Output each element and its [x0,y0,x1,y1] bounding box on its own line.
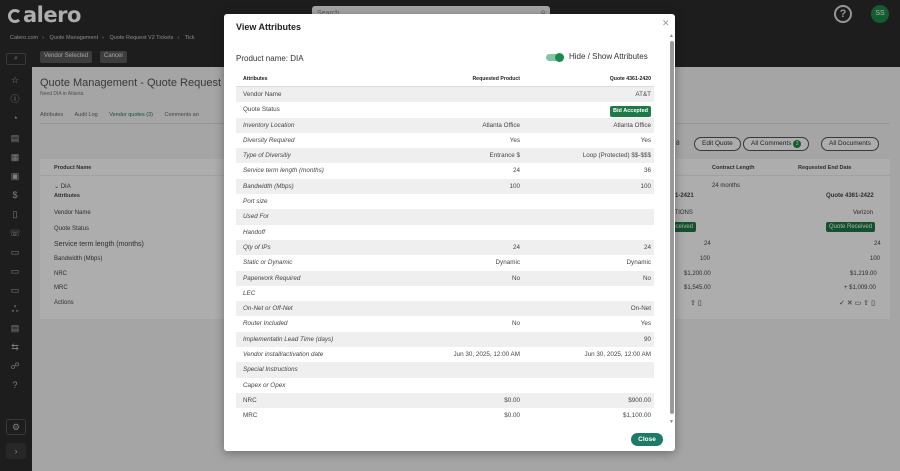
table-row: Bandwidth (Mbps) 100 100 [236,178,654,195]
header-attributes: Attributes [243,76,268,82]
quote-value: AT&T [635,91,651,98]
attribute-label: Qty of IPs [243,243,271,251]
attribute-label: Implementatin Lead Time (days) [243,335,334,343]
hide-show-attributes-toggle[interactable] [546,53,564,62]
header-requested-product: Requested Product [472,76,520,82]
quote-value: 36 [643,167,651,175]
attribute-label: MRC [243,412,258,420]
quote-value: Yes [640,320,651,328]
requested-value: 24 [512,243,520,251]
table-row: Diversity Required Yes Yes [236,133,654,148]
attribute-label: On-Net or Off-Net [243,305,293,313]
modal-title: View Attributes [236,22,302,32]
toggle-knob [555,53,564,62]
table-row: Vendor install/activation date Jun 30, 20… [236,347,654,362]
quote-value: 100 [640,182,651,190]
quote-value: Atlanta Office [613,121,651,129]
table-row: Qty of IPs 24 24 [236,239,654,256]
attribute-label: LEC [243,289,256,297]
requested-value: Atlanta Office [482,121,520,129]
view-attributes-modal: View Attributes ✕ Product name: DIA Hide… [224,14,675,451]
table-row: Special Instructions [236,362,654,378]
attribute-label: Handoff [243,228,266,236]
close-icon[interactable]: ✕ [662,18,670,29]
requested-value: $0.00 [504,396,520,404]
attribute-label: Inventory Location [243,121,295,129]
attribute-label: Capex or Opex [243,381,286,389]
quote-value: Yes [640,136,651,144]
table-row: Handoff [236,225,654,240]
attribute-label: NRC [243,396,257,404]
table-row: NRC $0.00 $900.00 [236,392,654,409]
quote-value: On-Net [630,305,651,313]
requested-value: 24 [512,167,520,175]
close-button[interactable]: Close [631,433,663,446]
attribute-label: Quote Status [243,106,280,114]
attribute-label: Port size [243,198,268,206]
quote-value: No [642,274,651,282]
product-name-label: Product name: DIA [236,54,304,63]
attribute-label: Special Instructions [243,366,298,374]
quote-value: 24 [643,243,651,251]
requested-value: $0.00 [504,412,520,420]
attribute-label: Paperwork Required [243,274,301,282]
attribute-label: Used For [243,213,269,221]
table-row: Vendor Name AT&T [236,87,654,103]
table-row: Static or Dynamic Dynamic Dynamic [236,255,654,270]
quote-value: 90 [643,335,651,343]
status-badge: Bid Accepted [610,106,651,118]
attribute-label: Diversity Required [243,136,295,144]
table-row: Used For [236,209,654,225]
attribute-label: Vendor install/activation date [243,351,324,359]
attributes-table: Attributes Requested Product Quote 4361-… [236,71,654,424]
requested-value: No [511,320,520,328]
table-row: Inventory Location Atlanta Office Atlanta … [236,117,654,133]
requested-value: Yes [509,136,520,144]
requested-value: Dynamic [495,259,521,267]
table-row: LEC [236,286,654,301]
attribute-label: Vendor Name [243,91,282,98]
requested-value: Jun 30, 2025, 12:00 AM [453,351,520,359]
attribute-label: Bandwidth (Mbps) [243,182,294,190]
attribute-label: Router Included [243,320,288,328]
table-row: Implementatin Lead Time (days) 90 [236,331,654,348]
scroll-down-icon[interactable]: ▼ [669,419,674,425]
requested-value: Entrance $ [489,152,520,160]
table-row: Router Included No Yes [236,316,654,331]
requested-value: 100 [509,182,520,190]
table-row: Paperwork Required No No [236,270,654,286]
table-row: Service term length (months) 24 36 [236,163,654,178]
table-row: Port size [236,194,654,209]
quote-value: Dynamic [626,259,652,267]
table-row: Type of Diversitiy Entrance $ Loop (Protec… [236,148,654,164]
scroll-up-icon[interactable]: ▲ [669,33,674,39]
toggle-label: Hide / Show Attributes [569,52,648,61]
modal-scrollbar[interactable] [670,41,674,414]
quote-value: Jun 30, 2025, 12:00 AM [584,351,651,359]
table-row: MRC $0.00 $1,100.00 [236,408,654,423]
table-row: Quote Status Bid Accepted [236,102,654,118]
table-header: Attributes Requested Product Quote 4361-… [236,71,654,87]
quote-value: $900.00 [628,396,651,404]
table-row: On-Net or Off-Net On-Net [236,301,654,317]
table-row: Capex or Opex [236,378,654,393]
attribute-label: Service term length (months) [243,167,324,175]
attribute-label: Type of Diversitiy [243,152,291,160]
quote-value: $1,100.00 [622,412,651,420]
attribute-label: Static or Dynamic [243,259,293,267]
quote-value: Loop (Protected) $$-$$$ [582,152,651,160]
requested-value: No [511,274,520,282]
header-quote: Quote 4361-2420 [609,76,651,82]
